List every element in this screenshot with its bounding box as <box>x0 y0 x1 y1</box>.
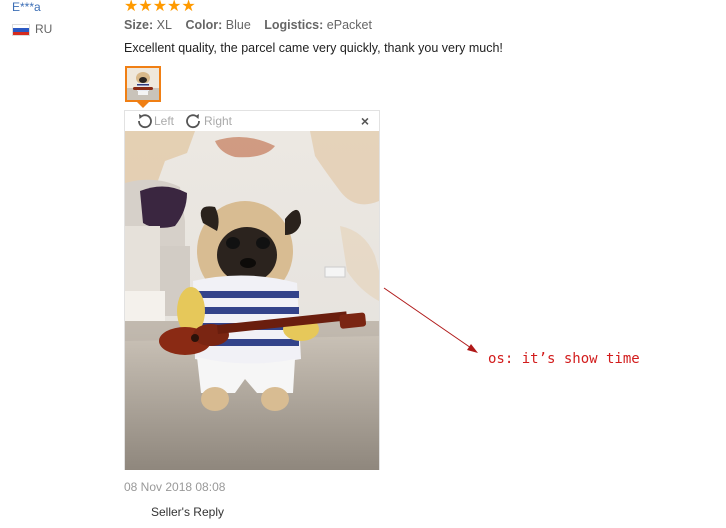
logistics-label: Logistics: <box>264 18 324 32</box>
size-value: XL <box>156 18 172 32</box>
size-label: Size: <box>124 18 154 32</box>
pug-thumbnail-image <box>127 68 159 100</box>
rating-stars-icon: ★★★★★ <box>124 0 196 15</box>
close-viewer-button[interactable]: × <box>361 114 369 128</box>
rotate-right-label: Right <box>204 114 233 128</box>
rotate-right-icon <box>186 114 200 129</box>
review-photo-thumbnail[interactable] <box>125 66 161 102</box>
logistics-value: ePacket <box>326 18 372 32</box>
color-label: Color: <box>185 18 223 32</box>
image-viewer: Left Right × <box>124 110 380 470</box>
review-photo-large <box>125 131 379 470</box>
thumbnail-pointer <box>137 102 149 108</box>
russia-flag-icon <box>12 24 30 36</box>
rotate-left-button[interactable]: Left <box>135 113 174 129</box>
review-date: 08 Nov 2018 08:08 <box>124 480 226 494</box>
seller-reply-label[interactable]: Seller's Reply <box>151 505 224 519</box>
rotate-left-label: Left <box>154 114 175 128</box>
color-value: Blue <box>225 18 251 32</box>
reviewer-name[interactable]: E***a <box>12 0 41 14</box>
pug-guitar-photo <box>125 131 379 470</box>
viewer-toolbar: Left Right × <box>125 111 379 131</box>
rotate-left-icon <box>138 114 152 129</box>
review-attributes: Size: XL Color: Blue Logistics: ePacket <box>124 18 372 32</box>
rotate-right-button[interactable]: Right <box>185 113 232 129</box>
reviewer-country: RU <box>35 22 53 36</box>
annotation-text: os: it’s show time <box>488 351 640 367</box>
review-text: Excellent quality, the parcel came very … <box>124 41 503 55</box>
